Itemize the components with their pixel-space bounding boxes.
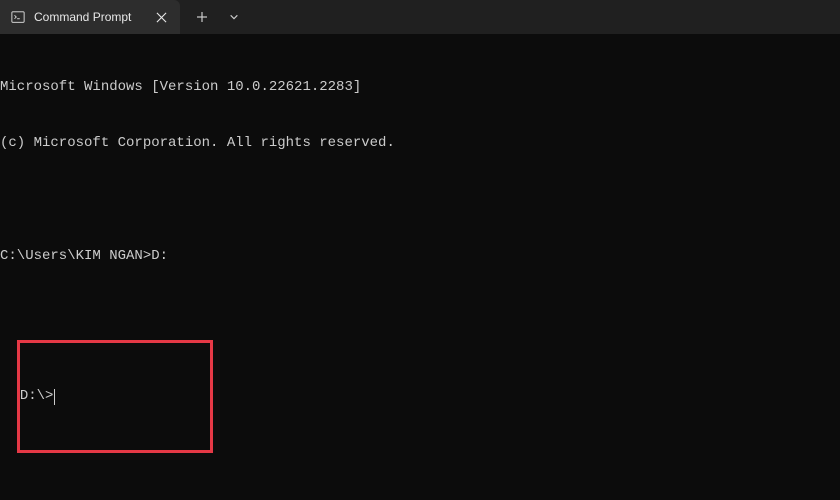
tab-command-prompt[interactable]: Command Prompt (0, 0, 180, 34)
terminal-icon (10, 9, 26, 25)
terminal-cursor (54, 389, 55, 405)
new-tab-button[interactable] (188, 3, 216, 31)
highlight-annotation: D:\> (17, 340, 213, 452)
terminal-prompt-line: D:\> (20, 387, 204, 406)
terminal-prompt-line: C:\Users\KIM NGAN>D: (0, 247, 840, 266)
close-icon[interactable] (152, 8, 170, 26)
terminal-output: (c) Microsoft Corporation. All rights re… (0, 134, 840, 153)
terminal-command: D: (151, 248, 168, 264)
terminal-blank (0, 304, 840, 322)
title-bar: Command Prompt (0, 0, 840, 34)
terminal-output: Microsoft Windows [Version 10.0.22621.22… (0, 78, 840, 97)
terminal-content[interactable]: Microsoft Windows [Version 10.0.22621.22… (0, 34, 840, 459)
terminal-prompt: D:\> (20, 387, 54, 406)
terminal-prompt: C:\Users\KIM NGAN> (0, 248, 151, 264)
tab-actions (188, 3, 248, 31)
terminal-blank (0, 191, 840, 209)
tab-title: Command Prompt (34, 10, 152, 24)
tab-dropdown-button[interactable] (220, 3, 248, 31)
